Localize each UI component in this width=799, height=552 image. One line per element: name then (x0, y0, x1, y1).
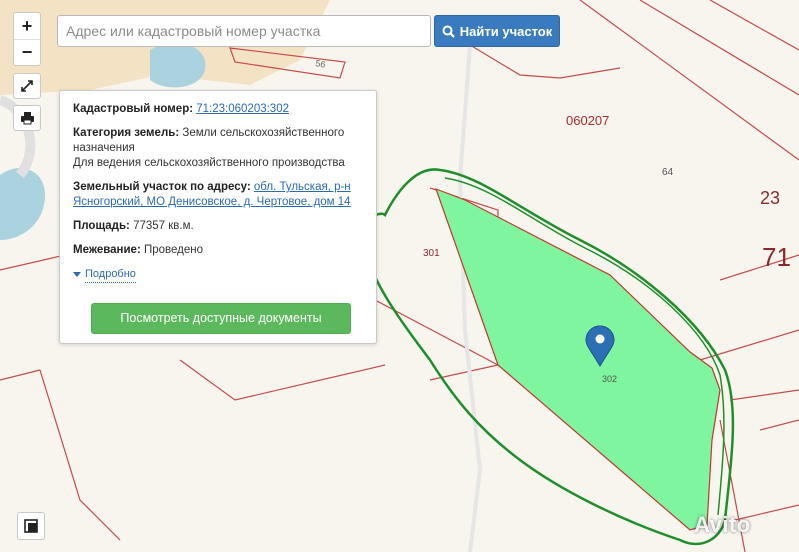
avito-watermark: Avito (694, 512, 751, 537)
parcel-label-64: 64 (662, 167, 674, 178)
zoom-control: + − (13, 12, 41, 66)
print-icon (20, 112, 34, 125)
road-label: 56 (315, 58, 327, 70)
address-label: Земельный участок по адресу: (73, 181, 251, 193)
category-row: Категория земель: Земли сельскохозяйстве… (73, 126, 363, 171)
area-label-23: 23 (760, 188, 780, 208)
zoom-in-button[interactable]: + (14, 13, 40, 39)
search-button-label: Найти участок (459, 23, 553, 39)
caret-down-icon (73, 272, 81, 277)
category-label: Категория земель: (73, 127, 180, 139)
details-toggle[interactable]: Подробно (73, 267, 363, 283)
area-label: Площадь: (73, 220, 130, 232)
category-usage: Для ведения сельскохозяйственного произв… (73, 157, 345, 169)
survey-label: Межевание: (73, 244, 141, 256)
fullscreen-button[interactable] (13, 73, 41, 99)
parcel-info-popup: Кадастровый номер: 71:23:060203:302 Кате… (59, 90, 377, 344)
address-row: Земельный участок по адресу: обл. Тульск… (73, 180, 363, 210)
search-button[interactable]: Найти участок (434, 15, 560, 47)
area-row: Площадь: 77357 кв.м. (73, 219, 363, 234)
cadastral-label: Кадастровый номер: (73, 103, 194, 115)
layers-icon (24, 519, 38, 533)
zoom-out-button[interactable]: − (14, 39, 40, 65)
survey-value: Проведено (143, 244, 204, 256)
area-label-71: 71 (762, 242, 791, 272)
cadastral-row: Кадастровый номер: 71:23:060203:302 (73, 102, 363, 117)
block-label: 060207 (566, 113, 609, 128)
parcel-label-301: 301 (423, 248, 440, 259)
search-icon (442, 25, 455, 38)
search-input[interactable] (57, 15, 431, 47)
survey-row: Межевание: Проведено (73, 243, 363, 258)
parcel-label-302: 302 (602, 374, 617, 384)
layers-button[interactable] (17, 512, 45, 540)
view-documents-button[interactable]: Посмотреть доступные документы (91, 303, 351, 334)
cadastral-link[interactable]: 71:23:060203:302 (196, 103, 289, 115)
expand-icon (21, 80, 33, 92)
print-button[interactable] (13, 105, 41, 131)
water-lake (150, 42, 206, 88)
details-label: Подробно (85, 267, 136, 283)
area-value: 77357 кв.м. (133, 220, 194, 232)
